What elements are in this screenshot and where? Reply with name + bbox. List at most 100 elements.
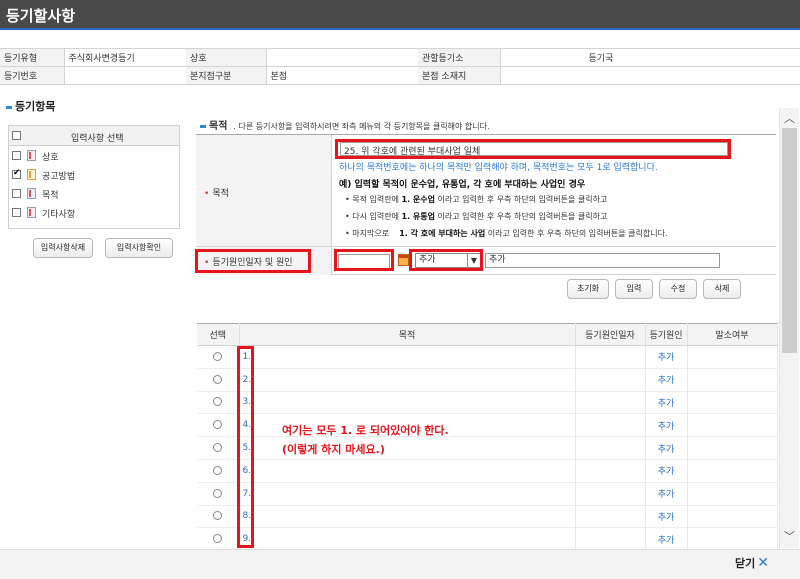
table-row[interactable]: 8. 추가 — [197, 505, 778, 529]
purpose-number: 8. — [239, 505, 576, 529]
row-radio[interactable] — [213, 420, 223, 430]
input-button[interactable]: 입력 — [615, 279, 653, 299]
cause-link[interactable]: 추가 — [645, 436, 688, 460]
scroll-down-icon[interactable]: ﹀ — [784, 528, 795, 544]
purpose-label-cell: • 목적 — [196, 135, 332, 246]
purpose-number: 3. — [239, 391, 576, 415]
select-all-checkbox[interactable] — [12, 131, 21, 140]
table-row[interactable]: 2. 추가 — [197, 368, 778, 392]
section-bullet-icon — [200, 124, 206, 128]
row-radio[interactable] — [213, 488, 223, 498]
document-icon — [27, 188, 36, 199]
example-line-1: • 목적 입력란에 1. 운수업 이라고 입력한 후 우측 하단의 입력버튼을 … — [345, 195, 608, 204]
cause-link[interactable]: 추가 — [645, 368, 688, 392]
input-items-panel: 입력사항 선택 상호 공고방법 목적 기타사항 — [8, 125, 180, 229]
regno-label: 등기번호 — [0, 66, 64, 85]
close-icon: ✕ — [757, 555, 769, 571]
row-radio[interactable] — [213, 534, 223, 544]
confirm-input-button[interactable]: 입력사항확인 — [105, 238, 173, 258]
cause-input[interactable]: 추가 — [485, 253, 720, 268]
item-label: 상호 — [42, 153, 59, 163]
row-radio[interactable] — [213, 397, 223, 407]
table-row[interactable]: 9. 추가 — [197, 527, 778, 552]
item-notice-method[interactable]: 공고방법 — [9, 165, 179, 184]
purpose-number: 6. — [239, 459, 576, 483]
annotation-line-1: 여기는 모두 1. 로 되어있어야 한다. — [282, 424, 449, 437]
table-row[interactable]: 7. 추가 — [197, 482, 778, 506]
table-row[interactable]: 3. 추가 — [197, 391, 778, 415]
item-checkbox[interactable] — [12, 151, 21, 160]
items-header-label: 입력사항 선택 — [71, 134, 124, 144]
delete-button[interactable]: 삭제 — [703, 279, 741, 299]
cause-link[interactable]: 추가 — [645, 459, 688, 483]
cause-link[interactable]: 추가 — [645, 391, 688, 415]
item-checkbox[interactable] — [12, 168, 21, 179]
name-value — [265, 48, 418, 67]
item-label: 공고방법 — [42, 172, 76, 182]
address-label: 본점 소재지 — [418, 66, 500, 85]
row-radio[interactable] — [213, 511, 223, 521]
office-label: 관할등기소 — [418, 48, 500, 67]
close-button[interactable]: 닫기 ✕ — [735, 555, 769, 571]
delete-input-button[interactable]: 입력사항삭제 — [33, 238, 93, 258]
item-label: 목적 — [42, 191, 59, 201]
select-highlight — [409, 249, 483, 271]
purpose-number: 2. — [239, 368, 576, 392]
registration-info-table: 등기유형 주식회사변경등기 상호 관할등기소 등기국 등기번호 본지점구분 본점… — [0, 48, 800, 85]
name-label: 상호 — [186, 48, 266, 67]
address-value — [499, 66, 800, 85]
item-other[interactable]: 기타사항 — [9, 203, 179, 222]
items-header: 입력사항 선택 — [9, 126, 179, 146]
purpose-note: . 다른 등기사항을 입력하시려면 좌측 메뉴의 각 등기항목을 클릭해야 합니… — [233, 122, 490, 131]
cause-link[interactable]: 추가 — [645, 527, 688, 552]
cause-link[interactable]: 추가 — [645, 505, 688, 529]
reset-button[interactable]: 초기화 — [567, 279, 609, 299]
row-radio[interactable] — [213, 374, 223, 384]
cause-label-highlight — [195, 249, 311, 273]
cause-link[interactable]: 추가 — [645, 345, 688, 369]
item-trade-name[interactable]: 상호 — [9, 146, 179, 165]
row-radio[interactable] — [213, 443, 223, 453]
item-purpose[interactable]: 목적 — [9, 184, 179, 203]
annotation-line-2: (이렇게 하지 마세요.) — [282, 443, 385, 456]
section-title: 등기항목 — [6, 98, 55, 114]
vertical-scrollbar[interactable]: ︿ ﹀ — [779, 108, 799, 548]
type-label: 등기유형 — [0, 48, 64, 67]
row-radio[interactable] — [213, 351, 223, 361]
office-value: 등기국 — [499, 48, 800, 67]
example-line-2: • 다시 입력란에 1. 유통업 이라고 입력한 후 우측 하단의 입력버튼을 … — [345, 212, 608, 221]
regno-value — [63, 66, 186, 85]
table-row[interactable]: 6. 추가 — [197, 459, 778, 483]
branch-label: 본지점구분 — [186, 66, 266, 85]
footer-bar — [0, 549, 800, 579]
edit-document-icon — [27, 169, 36, 180]
purpose-header: 목적. 다른 등기사항을 입력하시려면 좌측 메뉴의 각 등기항목을 클릭해야 … — [200, 117, 490, 132]
number-column-highlight — [237, 346, 254, 548]
table-row[interactable]: 1. 추가 — [197, 345, 778, 369]
purpose-input-highlight — [335, 139, 731, 159]
purpose-number: 7. — [239, 482, 576, 506]
document-icon — [27, 207, 36, 218]
window-title: 등기할사항 — [6, 7, 76, 25]
cause-link[interactable]: 추가 — [645, 482, 688, 506]
row-radio[interactable] — [213, 465, 223, 475]
col-erasure: 말소여부 — [687, 323, 778, 346]
required-mark-icon: • — [204, 189, 210, 199]
purpose-number: 9. — [239, 527, 576, 552]
document-icon — [27, 150, 36, 161]
purpose-field-label: 목적 — [212, 189, 229, 199]
scroll-up-icon[interactable]: ︿ — [784, 110, 795, 126]
col-select: 선택 — [197, 323, 240, 346]
item-checkbox[interactable] — [12, 208, 21, 217]
cause-link[interactable]: 추가 — [645, 413, 688, 438]
item-label: 기타사항 — [42, 210, 76, 220]
edit-button[interactable]: 수정 — [659, 279, 697, 299]
scrollbar-thumb[interactable] — [782, 128, 797, 353]
section-bullet-icon — [6, 105, 12, 109]
col-cause-date: 등기원인일자 — [575, 323, 646, 346]
calendar-icon[interactable] — [398, 254, 409, 266]
example-line-3: • 마지막으로 1. 각 호에 부대하는 사업 이라고 입력한 후 우측 하단의… — [345, 229, 668, 238]
purpose-hint: 하나의 목적번호에는 하나의 목적만 입력해야 하며, 목적번호는 모두 1로 … — [339, 163, 658, 173]
item-checkbox[interactable] — [12, 189, 21, 198]
type-value: 주식회사변경등기 — [63, 48, 186, 67]
